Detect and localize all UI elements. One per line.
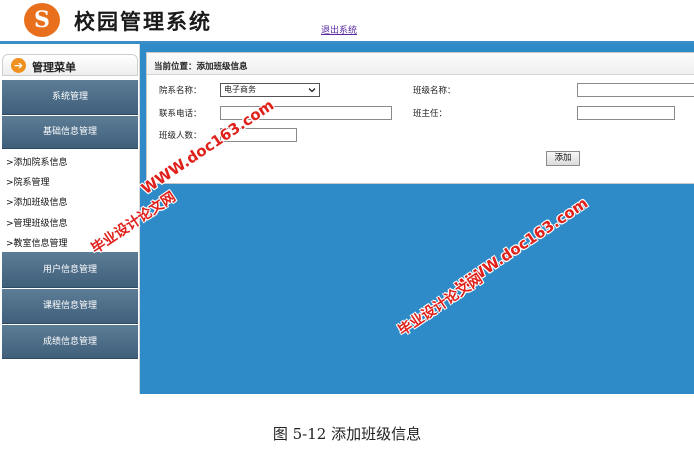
phone-input[interactable] <box>220 106 392 120</box>
dept-select-value: 电子商务 <box>224 85 256 94</box>
sidebar-group-system[interactable]: 系统管理 <box>2 80 138 115</box>
form-panel: 当前位置：添加班级信息 院系名称： 电子商务 班级名称： 联系电话： 班主任： … <box>146 52 694 184</box>
breadcrumb: 当前位置：添加班级信息 <box>147 53 694 75</box>
sidebar-group-label: 课程信息管理 <box>42 301 97 311</box>
class-name-label: 班级名称： <box>413 86 456 96</box>
dept-label: 院系名称： <box>159 86 202 96</box>
arrow-right-icon: ➔ <box>11 58 26 73</box>
sidebar-group-label: 用户信息管理 <box>42 265 97 275</box>
menu-header: ➔ 管理菜单 <box>2 54 138 76</box>
add-button[interactable]: 添加 <box>546 151 580 166</box>
menu-title: 管理菜单 <box>32 61 76 74</box>
sidebar-item-dept-manage[interactable]: >院系管理 <box>6 175 50 188</box>
sidebar-group-label: 系统管理 <box>51 92 88 102</box>
sidebar-group-users[interactable]: 用户信息管理 <box>2 252 138 288</box>
site-title: 校园管理系统 <box>74 10 212 34</box>
sidebar-group-basic-info[interactable]: 基础信息管理 <box>2 116 138 149</box>
sidebar-item-classroom-manage[interactable]: >教室信息管理 <box>6 236 68 249</box>
figure-caption: 图 5-12 添加班级信息 <box>272 425 422 443</box>
teacher-input[interactable] <box>577 106 675 120</box>
chevron-down-icon <box>308 88 316 93</box>
teacher-label: 班主任： <box>413 109 448 119</box>
dept-select[interactable]: 电子商务 <box>220 83 320 97</box>
phone-label: 联系电话： <box>159 109 202 119</box>
sidebar-group-grades[interactable]: 成绩信息管理 <box>2 325 138 359</box>
sidebar-item-add-class[interactable]: >添加班级信息 <box>6 195 68 208</box>
sidebar-item-add-dept[interactable]: >添加院系信息 <box>6 155 68 168</box>
app-header: S 校园管理系统 退出系统 <box>0 0 694 41</box>
logout-link[interactable]: 退出系统 <box>321 23 357 36</box>
sidebar-item-class-manage[interactable]: >管理班级信息 <box>6 216 68 229</box>
count-input[interactable] <box>220 128 297 142</box>
main-content: 当前位置：添加班级信息 院系名称： 电子商务 班级名称： 联系电话： 班主任： … <box>140 44 694 394</box>
sidebar: ➔ 管理菜单 系统管理 基础信息管理 >添加院系信息 >院系管理 >添加班级信息… <box>0 44 140 394</box>
class-name-input[interactable] <box>577 83 694 97</box>
sidebar-group-label: 成绩信息管理 <box>42 337 97 347</box>
sidebar-group-courses[interactable]: 课程信息管理 <box>2 289 138 324</box>
count-label: 班级人数： <box>159 131 202 141</box>
sidebar-group-label: 基础信息管理 <box>42 127 97 137</box>
logo: S <box>24 3 60 37</box>
logo-letter: S <box>34 7 50 33</box>
breadcrumb-text: 当前位置：添加班级信息 <box>154 62 248 72</box>
